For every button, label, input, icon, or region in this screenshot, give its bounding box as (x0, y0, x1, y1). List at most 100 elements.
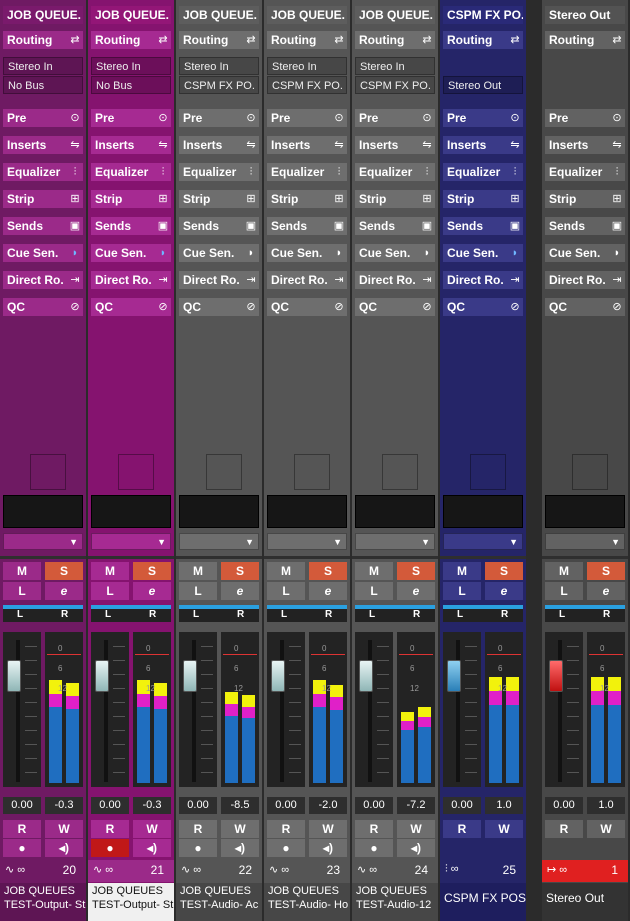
fader-value[interactable]: 0.00 (91, 797, 129, 814)
picture-slot[interactable] (118, 454, 154, 490)
channel-name[interactable]: JOB QUEUES TEST-Audio- Ac (176, 883, 262, 921)
qc-section[interactable]: QC ⊘ (179, 298, 259, 316)
inserts-section[interactable]: Inserts ⇋ (3, 136, 83, 154)
equalizer-section[interactable]: Equalizer ⫶ (91, 163, 171, 181)
output-routing[interactable] (545, 76, 625, 94)
input-routing[interactable]: Stereo In (91, 57, 171, 75)
volume-fader[interactable] (179, 632, 217, 787)
volume-fader[interactable] (545, 632, 583, 787)
solo-button[interactable]: S (45, 562, 83, 580)
pre-section[interactable]: Pre ⊙ (355, 109, 435, 127)
channel-dropdown[interactable]: ▼ (443, 533, 523, 550)
monitor-button[interactable]: ◂) (133, 839, 171, 857)
strip-section[interactable]: Strip ⊞ (179, 190, 259, 208)
output-routing[interactable]: No Bus (3, 76, 83, 94)
write-automation-button[interactable]: W (221, 820, 259, 838)
channel-dropdown[interactable]: ▼ (91, 533, 171, 550)
fader-value[interactable]: 0.00 (267, 797, 305, 814)
monitor-button[interactable] (485, 839, 523, 857)
pre-section[interactable]: Pre ⊙ (91, 109, 171, 127)
notepad-area[interactable] (179, 495, 259, 528)
output-routing[interactable]: CSPM FX PO. (179, 76, 259, 94)
monitor-button[interactable]: ◂) (221, 839, 259, 857)
channel-name[interactable]: JOB QUEUES TEST-Audio- Ho (264, 883, 350, 921)
write-automation-button[interactable]: W (485, 820, 523, 838)
picture-slot[interactable] (382, 454, 418, 490)
inserts-section[interactable]: Inserts ⇋ (355, 136, 435, 154)
listen-button[interactable]: L (443, 582, 481, 600)
input-routing[interactable] (443, 57, 523, 75)
inserts-section[interactable]: Inserts ⇋ (267, 136, 347, 154)
cue-sends-section[interactable]: Cue Sen. ◗ (355, 244, 435, 262)
fader-value[interactable]: 0.00 (545, 797, 583, 814)
routing-button[interactable]: Routing ⇄ (355, 31, 435, 49)
pre-section[interactable]: Pre ⊙ (3, 109, 83, 127)
mute-button[interactable]: M (355, 562, 393, 580)
solo-button[interactable]: S (309, 562, 347, 580)
read-automation-button[interactable]: R (355, 820, 393, 838)
cue-sends-section[interactable]: Cue Sen. ◗ (443, 244, 523, 262)
record-enable-button[interactable]: ● (267, 839, 305, 857)
meter-peak-value[interactable]: -8.5 (221, 797, 259, 814)
cue-sends-section[interactable]: Cue Sen. ◗ (91, 244, 171, 262)
equalizer-section[interactable]: Equalizer ⫶ (443, 163, 523, 181)
solo-button[interactable]: S (397, 562, 435, 580)
mute-button[interactable]: M (267, 562, 305, 580)
listen-button[interactable]: L (179, 582, 217, 600)
fader-handle[interactable] (271, 660, 285, 692)
pan-control[interactable]: LR (267, 605, 347, 622)
fader-handle[interactable] (359, 660, 373, 692)
inserts-section[interactable]: Inserts ⇋ (443, 136, 523, 154)
direct-routing-section[interactable]: Direct Ro. ⇥ (91, 271, 171, 289)
channel-title[interactable]: Stereo Out (545, 6, 625, 24)
notepad-area[interactable] (91, 495, 171, 528)
sends-section[interactable]: Sends ▣ (355, 217, 435, 235)
edit-button[interactable]: e (45, 582, 83, 600)
fader-value[interactable]: 0.00 (3, 797, 41, 814)
fader-handle[interactable] (95, 660, 109, 692)
input-routing[interactable]: Stereo In (179, 57, 259, 75)
edit-button[interactable]: e (397, 582, 435, 600)
routing-button[interactable]: Routing ⇄ (267, 31, 347, 49)
edit-button[interactable]: e (485, 582, 523, 600)
equalizer-section[interactable]: Equalizer ⫶ (355, 163, 435, 181)
channel-name[interactable]: JOB QUEUES TEST-Audio-12 (352, 883, 438, 921)
qc-section[interactable]: QC ⊘ (267, 298, 347, 316)
pan-control[interactable]: LR (545, 605, 625, 622)
channel-title[interactable]: JOB QUEUE. (91, 6, 171, 24)
read-automation-button[interactable]: R (91, 820, 129, 838)
read-automation-button[interactable]: R (443, 820, 481, 838)
sends-section[interactable]: Sends ▣ (91, 217, 171, 235)
mute-button[interactable]: M (179, 562, 217, 580)
fader-value[interactable]: 0.00 (355, 797, 393, 814)
picture-slot[interactable] (470, 454, 506, 490)
meter-peak-value[interactable]: 1.0 (587, 797, 625, 814)
edit-button[interactable]: e (587, 582, 625, 600)
notepad-area[interactable] (267, 495, 347, 528)
mute-button[interactable]: M (3, 562, 41, 580)
channel-name[interactable]: JOB QUEUES TEST-Output- St (0, 883, 86, 921)
notepad-area[interactable] (443, 495, 523, 528)
sends-section[interactable]: Sends ▣ (3, 217, 83, 235)
equalizer-section[interactable]: Equalizer ⫶ (179, 163, 259, 181)
read-automation-button[interactable]: R (3, 820, 41, 838)
record-enable-button[interactable]: ● (3, 839, 41, 857)
direct-routing-section[interactable]: Direct Ro. ⇥ (355, 271, 435, 289)
notepad-area[interactable] (355, 495, 435, 528)
meter-peak-value[interactable]: -7.2 (397, 797, 435, 814)
pan-control[interactable]: LR (179, 605, 259, 622)
qc-section[interactable]: QC ⊘ (545, 298, 625, 316)
channel-dropdown[interactable]: ▼ (179, 533, 259, 550)
meter-peak-value[interactable]: -0.3 (45, 797, 83, 814)
channel-name[interactable]: Stereo Out (542, 883, 628, 921)
channel-title[interactable]: JOB QUEUE. (3, 6, 83, 24)
sends-section[interactable]: Sends ▣ (179, 217, 259, 235)
strip-section[interactable]: Strip ⊞ (443, 190, 523, 208)
record-enable-button[interactable]: ● (91, 839, 129, 857)
qc-section[interactable]: QC ⊘ (355, 298, 435, 316)
listen-button[interactable]: L (545, 582, 583, 600)
solo-button[interactable]: S (133, 562, 171, 580)
inserts-section[interactable]: Inserts ⇋ (91, 136, 171, 154)
meter-peak-value[interactable]: 1.0 (485, 797, 523, 814)
channel-dropdown[interactable]: ▼ (355, 533, 435, 550)
